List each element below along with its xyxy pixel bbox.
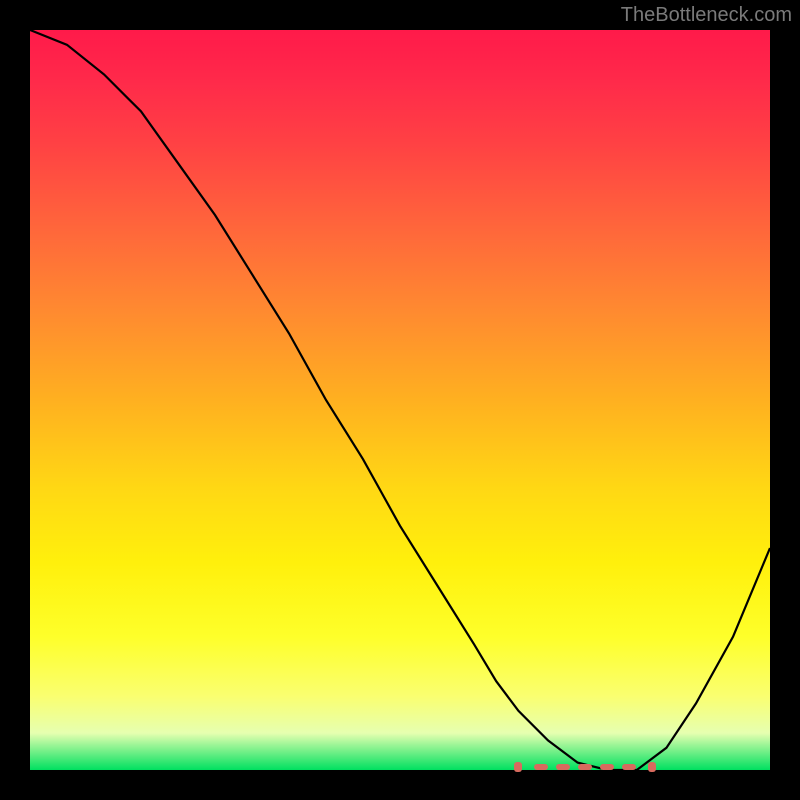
optimal-marker (648, 762, 656, 772)
optimal-marker (514, 762, 522, 772)
optimal-marker (622, 764, 636, 770)
optimal-marker (600, 764, 614, 770)
curve-svg (30, 30, 770, 770)
optimal-marker (556, 764, 570, 770)
optimal-marker (578, 764, 592, 770)
optimal-marker (534, 764, 548, 770)
plot-area (30, 30, 770, 770)
watermark-text: TheBottleneck.com (621, 4, 792, 27)
bottleneck-curve (30, 30, 770, 770)
